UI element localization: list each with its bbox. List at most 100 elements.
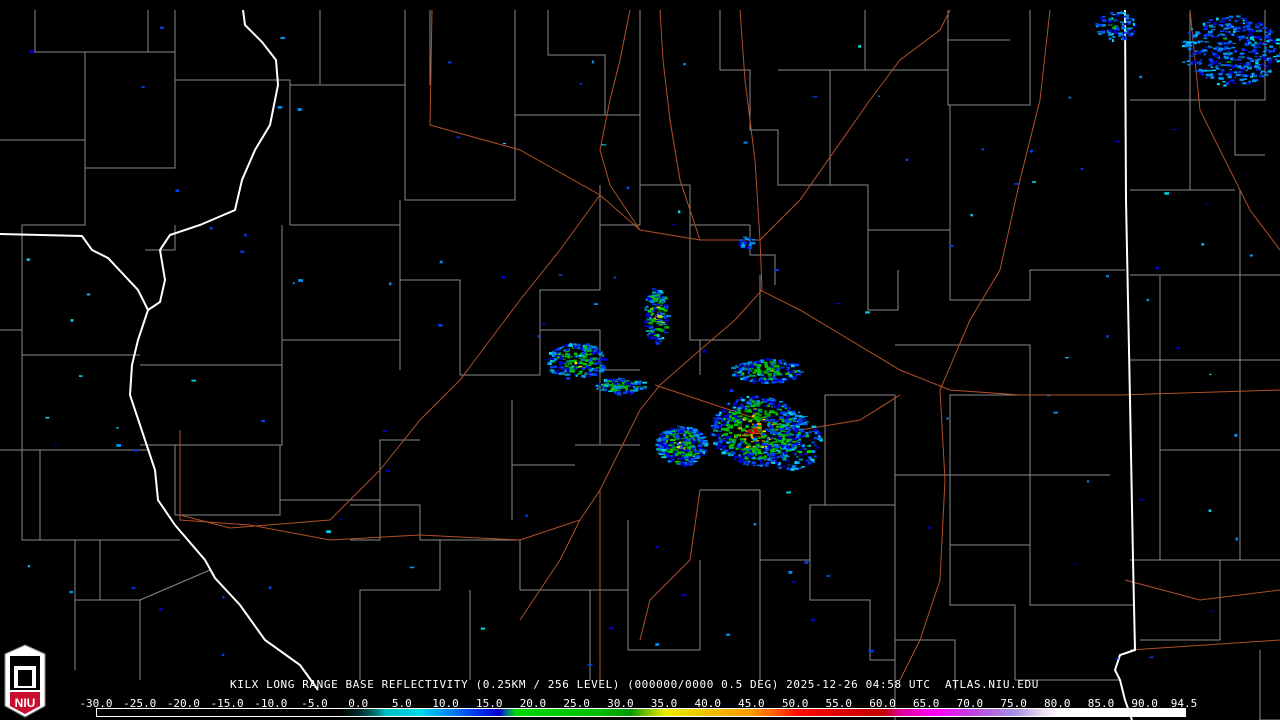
echo-pixel xyxy=(799,435,802,438)
echo-pixel xyxy=(601,144,607,146)
echo-pixel xyxy=(1203,28,1208,30)
echo-pixel xyxy=(696,456,701,459)
echo-pixel xyxy=(292,282,295,285)
echo-pixel xyxy=(728,445,734,448)
echo-pixel xyxy=(567,353,570,355)
echo-pixel xyxy=(578,354,583,357)
echo-pixel xyxy=(804,561,809,564)
echo-pixel xyxy=(617,382,620,386)
radar-map[interactable] xyxy=(0,0,1280,720)
echo-pixel xyxy=(671,433,675,436)
echo-pixel xyxy=(792,581,797,583)
echo-pixel xyxy=(1262,42,1268,44)
echo-pixel xyxy=(659,331,663,333)
echo-pixel xyxy=(1225,31,1228,33)
echo-pixel xyxy=(585,359,589,362)
echo-pixel xyxy=(665,447,670,450)
echo-pixel xyxy=(1123,12,1127,15)
echo-pixel xyxy=(774,269,779,272)
echo-pixel xyxy=(744,432,748,435)
echo-pixel xyxy=(1212,26,1216,28)
echo-pixel xyxy=(703,440,708,442)
echo-pixel xyxy=(764,410,767,413)
echo-pixel xyxy=(775,429,779,431)
echo-pixel xyxy=(734,371,737,373)
echo-pixel xyxy=(670,461,673,463)
echo-pixel xyxy=(1257,21,1262,24)
echo-pixel xyxy=(1210,76,1215,79)
echo-pixel xyxy=(1229,23,1233,27)
echo-pixel xyxy=(1208,46,1213,48)
echo-pixel xyxy=(1268,59,1272,62)
echo-pixel xyxy=(1203,49,1207,52)
echo-pixel xyxy=(773,374,776,377)
echo-pixel xyxy=(650,295,653,299)
echo-pixel xyxy=(647,298,650,301)
echo-pixel xyxy=(761,461,765,465)
echo-pixel xyxy=(175,189,180,193)
echo-pixel xyxy=(1238,62,1243,64)
echo-pixel xyxy=(748,456,752,459)
echo-pixel xyxy=(702,442,707,444)
echo-pixel xyxy=(811,450,816,454)
echo-pixel xyxy=(636,383,642,385)
echo-pixel xyxy=(791,444,795,447)
echo-pixel xyxy=(141,86,145,88)
echo-pixel xyxy=(681,427,686,430)
echo-pixel xyxy=(1014,183,1019,185)
echo-pixel xyxy=(683,63,686,66)
echo-pixel xyxy=(607,378,612,381)
echo-pixel xyxy=(766,437,769,441)
echo-pixel xyxy=(777,456,781,458)
echo-pixel xyxy=(1239,17,1245,19)
echo-pixel xyxy=(806,434,809,437)
echo-pixel xyxy=(652,303,657,306)
echo-pixel xyxy=(456,136,461,138)
echo-pixel xyxy=(1122,15,1127,18)
echo-pixel xyxy=(776,364,780,368)
echo-pixel xyxy=(569,343,573,346)
echo-pixel xyxy=(1273,56,1277,58)
echo-pixel xyxy=(1248,41,1252,45)
echo-pixel xyxy=(731,440,736,443)
echo-pixel xyxy=(771,457,775,459)
echo-pixel xyxy=(753,423,757,427)
echo-pixel xyxy=(770,450,774,452)
echo-pixel xyxy=(1249,33,1253,35)
echo-pixel xyxy=(1110,12,1114,15)
echo-pixel xyxy=(765,369,768,372)
echo-pixel xyxy=(1260,71,1263,75)
echo-pixel xyxy=(732,402,738,405)
echo-pixel xyxy=(1208,509,1212,513)
echo-pixel xyxy=(754,430,759,434)
echo-pixel xyxy=(1205,22,1211,24)
echo-pixel xyxy=(779,360,782,363)
echo-pixel xyxy=(1254,65,1258,68)
echo-pixel xyxy=(1205,46,1209,48)
echo-pixel xyxy=(756,368,761,370)
echo-pixel xyxy=(570,369,575,373)
echo-pixel xyxy=(778,416,784,419)
echo-pixel xyxy=(772,447,775,451)
echo-pixel xyxy=(745,461,749,464)
echo-pixel xyxy=(755,441,759,444)
echo-pixel xyxy=(813,428,818,432)
echo-pixel xyxy=(804,423,808,426)
echo-pixel xyxy=(1132,23,1136,26)
echo-pixel xyxy=(801,444,806,448)
echo-pixel xyxy=(627,389,631,393)
echo-pixel xyxy=(1116,14,1120,17)
echo-pixel xyxy=(663,319,669,322)
echo-pixel xyxy=(45,416,50,419)
echo-pixel xyxy=(116,444,121,447)
echo-pixel xyxy=(1196,64,1201,66)
echo-pixel xyxy=(1213,60,1218,63)
echo-pixel xyxy=(758,425,762,428)
echo-pixel xyxy=(744,379,747,382)
echo-pixel xyxy=(747,402,752,405)
echo-pixel xyxy=(1269,28,1272,32)
echo-pixel xyxy=(1218,73,1223,76)
echo-pixel xyxy=(748,451,751,454)
echo-pixel xyxy=(742,434,746,436)
echo-pixel xyxy=(1231,79,1235,81)
